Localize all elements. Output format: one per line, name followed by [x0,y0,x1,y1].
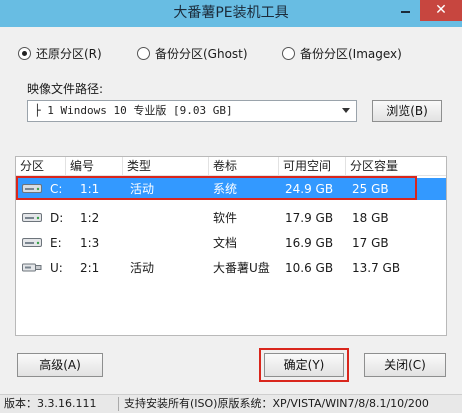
title-bar: 大番薯PE装机工具 ✕ [0,0,462,27]
radio-dot [137,46,150,60]
close-button[interactable]: 关闭(C) [364,353,446,377]
image-path-label: 映像文件路径: [27,82,104,96]
radio-label-restore: 还原分区(R) [36,46,102,61]
cell-capacity: 17 GB [352,236,389,250]
radio-restore-partition[interactable]: 还原分区(R) [18,44,102,62]
cell-free: 16.9 GB [285,236,334,250]
close-window-button[interactable]: ✕ [420,0,462,21]
radio-dot-selected [18,46,31,60]
hard-disk-icon [22,238,42,247]
radio-dot [282,46,295,60]
close-icon: ✕ [435,2,447,18]
cell-number: 1:2 [80,211,100,225]
status-bar: 版本：3.3.16.111 支持安装所有(ISO)原版系统：XP/VISTA/W… [0,394,462,413]
supported-systems-text: 支持安装所有(ISO)原版系统：XP/VISTA/WIN7/8/8.1/10/2… [124,397,429,410]
usb-drive-icon [22,263,42,272]
table-header: 分区 编号 类型 卷标 可用空间 分区容量 [16,157,446,176]
version-text: 版本：3.3.16.111 [4,397,97,410]
cell-free: 17.9 GB [285,211,334,225]
column-header-free-space[interactable]: 可用空间 [279,157,346,175]
cell-drive: C: [50,182,63,196]
cell-label: 文档 [213,236,238,250]
status-divider [118,397,119,411]
image-file-select[interactable]: ├ 1 Windows 10 专业版 [9.03 GB] [27,100,357,122]
column-header-label[interactable]: 卷标 [209,157,279,175]
radio-backup-ghost[interactable]: 备份分区(Ghost) [137,44,248,62]
image-file-value: ├ 1 Windows 10 专业版 [9.03 GB] [34,104,233,117]
cell-capacity: 25 GB [352,182,389,196]
pe-installer-window: 大番薯PE装机工具 ✕ 还原分区(R) 备份分区(Ghost) 备份分区(Ima… [0,0,462,413]
cell-number: 1:3 [80,236,100,250]
cell-number: 1:1 [80,182,100,196]
radio-label-ghost: 备份分区(Ghost) [155,46,248,61]
chevron-down-icon [342,108,350,113]
cell-drive: D: [50,211,64,225]
cell-free: 10.6 GB [285,261,334,275]
cell-label: 大番薯U盘 [213,261,270,275]
cell-capacity: 13.7 GB [352,261,401,275]
radio-label-imagex: 备份分区(Imagex) [300,46,402,61]
browse-button[interactable]: 浏览(B) [372,100,442,122]
cell-label: 软件 [213,211,238,225]
cell-drive: U: [50,261,63,275]
column-header-partition[interactable]: 分区 [16,157,66,175]
cell-type: 活动 [130,182,155,196]
column-header-type[interactable]: 类型 [123,157,209,175]
table-row[interactable]: C: 1:1 活动 系统 24.9 GB 25 GB [16,178,446,200]
cell-capacity: 18 GB [352,211,389,225]
partition-table: 分区 编号 类型 卷标 可用空间 分区容量 C: 1:1 活动 系统 24.9 … [15,156,447,336]
cell-drive: E: [50,236,62,250]
advanced-button[interactable]: 高级(A) [17,353,103,377]
table-row[interactable]: E: 1:3 文档 16.9 GB 17 GB [16,232,446,254]
column-header-capacity[interactable]: 分区容量 [346,157,446,175]
cell-type: 活动 [130,261,155,275]
ok-button[interactable]: 确定(Y) [264,353,344,377]
table-row[interactable]: U: 2:1 活动 大番薯U盘 10.6 GB 13.7 GB [16,257,446,279]
radio-backup-imagex[interactable]: 备份分区(Imagex) [282,44,402,62]
cell-free: 24.9 GB [285,182,334,196]
column-header-number[interactable]: 编号 [66,157,123,175]
minimize-button[interactable] [392,0,419,21]
hard-disk-icon [22,184,42,193]
hard-disk-icon [22,213,42,222]
table-row[interactable]: D: 1:2 软件 17.9 GB 18 GB [16,207,446,229]
cell-label: 系统 [213,182,238,196]
cell-number: 2:1 [80,261,100,275]
